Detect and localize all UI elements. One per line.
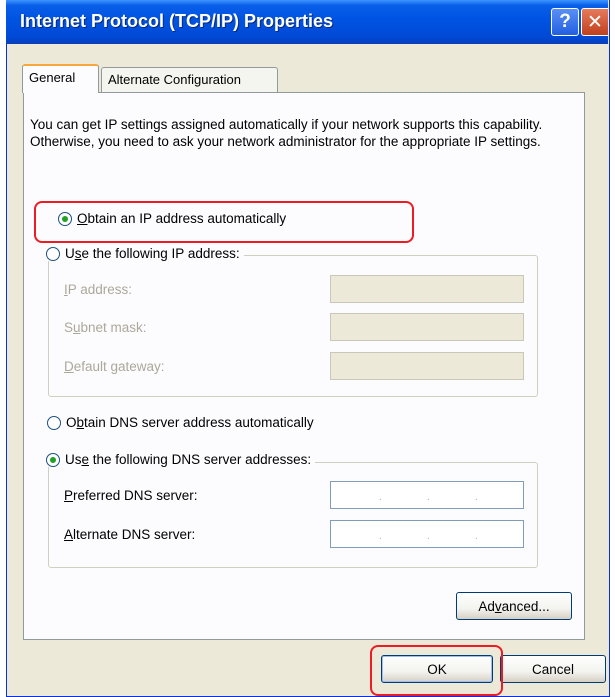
ip-address-input	[330, 275, 524, 303]
subnet-mask-label: Subnet mask:	[64, 320, 147, 335]
cancel-button[interactable]: Cancel	[500, 655, 606, 683]
use-following-dns-radio[interactable]	[46, 452, 60, 467]
use-following-dns-label: Use the following DNS server addresses:	[65, 452, 312, 467]
obtain-dns-auto-option[interactable]: Obtain DNS server address automatically	[47, 415, 314, 430]
window-title: Internet Protocol (TCP/IP) Properties	[20, 11, 334, 31]
default-gateway-input	[330, 352, 524, 380]
cancel-button-label: Cancel	[531, 661, 575, 677]
tab-alternate-configuration[interactable]: Alternate Configuration	[101, 67, 278, 93]
alternate-dns-label: Alternate DNS server:	[64, 527, 196, 542]
subnet-mask-input	[330, 313, 524, 341]
highlight-ok-button	[370, 645, 503, 696]
tab-alternate-configuration-label: Alternate Configuration	[108, 72, 241, 87]
obtain-dns-auto-label: Obtain DNS server address automatically	[66, 415, 314, 430]
help-button[interactable]: ?	[551, 8, 579, 36]
question-icon: ?	[559, 11, 571, 32]
default-gateway-label: Default gateway:	[64, 359, 165, 374]
advanced-button-label: Advanced...	[478, 598, 550, 614]
intro-text: You can get IP settings assigned automat…	[30, 117, 543, 149]
obtain-dns-auto-radio[interactable]	[47, 415, 61, 430]
alternate-dns-input[interactable]: ...	[330, 520, 524, 548]
close-button[interactable]: ✕	[581, 8, 608, 36]
tab-general[interactable]: General	[22, 64, 99, 93]
preferred-dns-input[interactable]: ...	[330, 481, 524, 509]
use-following-ip-legend: Use the following IP address:	[46, 246, 244, 261]
use-following-ip-option[interactable]: Use the following IP address:	[46, 246, 244, 261]
preferred-dns-label: Preferred DNS server:	[64, 488, 198, 503]
use-following-dns-legend: Use the following DNS server addresses:	[46, 452, 316, 467]
use-following-ip-radio[interactable]	[46, 246, 60, 261]
dns-server-group	[48, 462, 538, 568]
highlight-obtain-ip-auto	[34, 201, 414, 243]
advanced-button[interactable]: Advanced...	[456, 592, 572, 620]
use-following-ip-label: Use the following IP address:	[65, 246, 240, 261]
use-following-dns-option[interactable]: Use the following DNS server addresses:	[46, 452, 316, 467]
title-bar[interactable]: Internet Protocol (TCP/IP) Properties ? …	[6, 0, 608, 44]
tab-general-label: General	[29, 70, 76, 85]
ip-address-label: IP address:	[64, 282, 133, 297]
close-icon: ✕	[587, 11, 603, 33]
